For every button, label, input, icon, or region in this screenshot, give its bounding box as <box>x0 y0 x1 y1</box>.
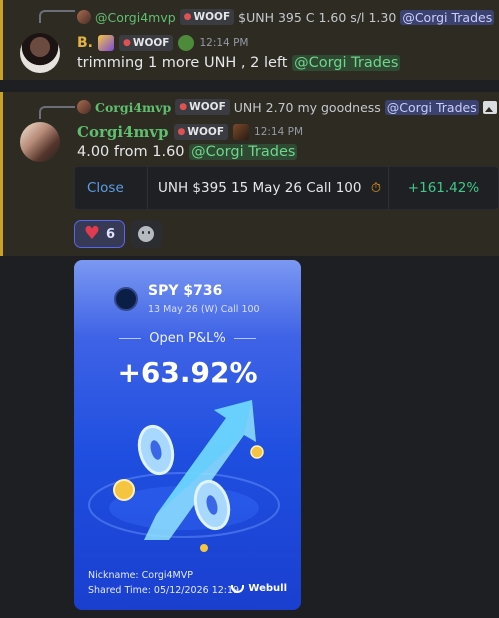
person-emoji-icon <box>233 124 250 140</box>
author-name[interactable]: Corgi4mvp <box>77 123 169 141</box>
smiley-icon <box>138 226 154 242</box>
spy-logo-icon <box>114 287 138 311</box>
avatar[interactable] <box>20 33 60 73</box>
message-header: Corgi4mvp ● WOOF 12:14 PM <box>77 122 303 142</box>
image-icon <box>482 100 497 114</box>
tag-icon: ● <box>179 102 188 112</box>
role-tag: ● WOOF <box>173 124 229 140</box>
role-tag-label: WOOF <box>187 126 225 138</box>
reply-text: $UNH 395 C 1.60 s/l 1.30 <box>238 9 397 25</box>
percent-arrow-illustration <box>88 400 280 552</box>
tag-icon: ● <box>123 38 131 48</box>
bee-badge-icon <box>98 35 114 51</box>
frog-emoji-icon <box>178 35 195 51</box>
embed-pnl: +161.42% <box>407 180 480 196</box>
card-pl-value: +63.92% <box>117 356 258 389</box>
message-content: 4.00 from 1.60 @Corgi Trades <box>77 144 298 160</box>
add-reaction-button[interactable] <box>130 220 162 248</box>
message-1: @Corgi4mvp ● WOOF $UNH 395 C 1.60 s/l 1.3… <box>0 0 499 80</box>
reply-tag-label: WOOF <box>189 101 226 113</box>
reply-avatar <box>77 10 91 24</box>
reply-username[interactable]: Corgi4mvp <box>95 100 171 115</box>
role-tag: ● WOOF <box>119 35 174 51</box>
timestamp[interactable]: 12:14 PM <box>199 37 248 49</box>
author-name[interactable]: B. <box>77 35 93 51</box>
embed-contract: UNH $395 15 May 26 Call 100 <box>158 180 362 196</box>
reply-text: UNH 2.70 my goodness <box>233 99 381 115</box>
reaction-heart[interactable]: ♥ 6 <box>74 220 125 248</box>
webull-logo-icon <box>231 584 245 593</box>
card-pl-label-text: Open P&L% <box>149 331 226 346</box>
card-nickname: Nickname: Corgi4MVP <box>88 570 193 581</box>
message-text: 4.00 from 1.60 <box>77 144 185 160</box>
reply-username[interactable]: @Corgi4mvp <box>95 10 176 25</box>
avatar[interactable] <box>20 122 60 162</box>
reply-connector <box>39 106 75 119</box>
reply-avatar <box>77 100 91 114</box>
role-tag-label: WOOF <box>132 37 170 49</box>
reply-tag: ● WOOF <box>175 99 230 115</box>
reply-preview[interactable]: Corgi4mvp ● WOOF UNH 2.70 my goodness @Co… <box>77 98 497 116</box>
tag-icon: ● <box>183 12 192 22</box>
reply-tag: ● WOOF <box>179 9 235 25</box>
reply-mention[interactable]: @Corgi Trades <box>384 99 479 115</box>
heart-icon: ♥ <box>83 223 101 244</box>
reply-preview[interactable]: @Corgi4mvp ● WOOF $UNH 395 C 1.60 s/l 1.3… <box>77 8 495 26</box>
clock-icon: ⏱ <box>370 180 382 196</box>
trade-embed: Close UNH $395 15 May 26 Call 100 ⏱ +161… <box>74 166 499 210</box>
card-ticker: SPY $736 <box>148 283 223 299</box>
message-content: trimming 1 more UNH , 2 left @Corgi Trad… <box>77 55 401 71</box>
card-pl-label: Open P&L% <box>74 331 301 346</box>
brand-label: Webull <box>248 583 287 594</box>
mention[interactable]: @Corgi Trades <box>292 55 401 71</box>
reply-mention[interactable]: @Corgi Trades <box>400 9 495 25</box>
reply-connector <box>39 10 75 23</box>
tag-icon: ● <box>177 127 186 137</box>
reply-tag-label: WOOF <box>193 11 231 23</box>
card-contract: 13 May 26 (W) Call 100 <box>148 304 260 315</box>
message-header: B. ● WOOF 12:14 PM <box>77 33 248 53</box>
pnl-share-image[interactable]: SPY $736 13 May 26 (W) Call 100 Open P&L… <box>74 260 301 610</box>
card-shared-time: Shared Time: 05/12/2026 12:19 <box>88 585 240 596</box>
webull-brand: Webull <box>231 583 287 594</box>
timestamp[interactable]: 12:14 PM <box>254 126 303 138</box>
mention[interactable]: @Corgi Trades <box>189 144 298 160</box>
embed-action[interactable]: Close <box>75 180 147 196</box>
message-text: trimming 1 more UNH , 2 left <box>77 55 288 71</box>
reaction-count: 6 <box>106 226 116 242</box>
